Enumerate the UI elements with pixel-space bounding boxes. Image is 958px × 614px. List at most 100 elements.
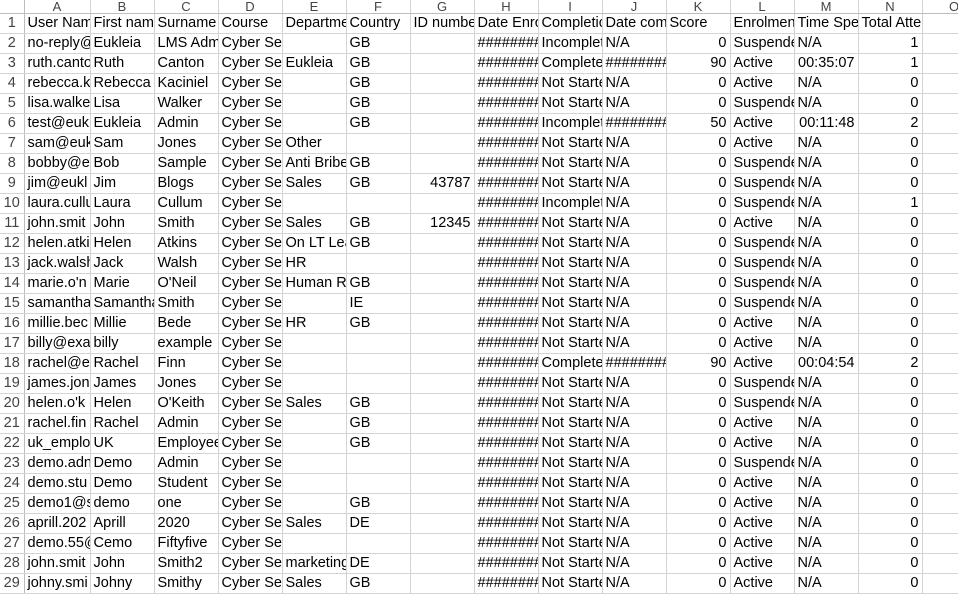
cell-b13[interactable]: Jack	[90, 253, 155, 274]
cell-k9[interactable]: 0	[666, 173, 731, 194]
cell-e27[interactable]	[282, 533, 347, 554]
cell-d3[interactable]: Cyber Sec	[218, 53, 283, 74]
cell-g17[interactable]	[410, 333, 475, 354]
cell-o29[interactable]	[922, 573, 958, 594]
row-header[interactable]: 4	[0, 73, 25, 94]
cell-h24[interactable]: #########	[474, 473, 539, 494]
row-header[interactable]: 2	[0, 33, 25, 54]
cell-f6[interactable]: GB	[346, 113, 411, 134]
cell-n16[interactable]: 0	[858, 313, 923, 334]
cell-n13[interactable]: 0	[858, 253, 923, 274]
cell-k15[interactable]: 0	[666, 293, 731, 314]
cell-e29[interactable]: Sales	[282, 573, 347, 594]
cell-e14[interactable]: Human Re	[282, 273, 347, 294]
cell-f24[interactable]	[346, 473, 411, 494]
cell-d21[interactable]: Cyber Security	[218, 413, 283, 434]
column-header-m[interactable]: M	[794, 0, 859, 14]
cell-m1[interactable]: Time Sper	[794, 13, 859, 34]
cell-k8[interactable]: 0	[666, 153, 731, 174]
cell-g2[interactable]	[410, 33, 475, 54]
cell-j6[interactable]: #########	[602, 113, 667, 134]
cell-b14[interactable]: Marie	[90, 273, 155, 294]
cell-m11[interactable]: N/A	[794, 213, 859, 234]
cell-d17[interactable]: Cyber Security	[218, 333, 283, 354]
cell-m4[interactable]: N/A	[794, 73, 859, 94]
cell-d5[interactable]: Cyber Security	[218, 93, 283, 114]
cell-h4[interactable]: #########	[474, 73, 539, 94]
cell-j19[interactable]: N/A	[602, 373, 667, 394]
cell-c25[interactable]: one	[154, 493, 219, 514]
cell-o15[interactable]	[922, 293, 958, 314]
column-header-i[interactable]: I	[538, 0, 603, 14]
cell-c29[interactable]: Smithy	[154, 573, 219, 594]
row-header[interactable]: 15	[0, 293, 25, 314]
cell-b11[interactable]: John	[90, 213, 155, 234]
cell-h19[interactable]: #########	[474, 373, 539, 394]
cell-g3[interactable]	[410, 53, 475, 74]
cell-i17[interactable]: Not Starte	[538, 333, 603, 354]
cell-g21[interactable]	[410, 413, 475, 434]
cell-k5[interactable]: 0	[666, 93, 731, 114]
cell-d26[interactable]: Cyber Sec	[218, 513, 283, 534]
cell-j28[interactable]: N/A	[602, 553, 667, 574]
cell-l26[interactable]: Active	[730, 513, 795, 534]
cell-f12[interactable]: GB	[346, 233, 411, 254]
cell-e21[interactable]	[282, 413, 347, 434]
cell-n9[interactable]: 0	[858, 173, 923, 194]
cell-f28[interactable]: DE	[346, 553, 411, 574]
cell-o4[interactable]	[922, 73, 958, 94]
column-header-k[interactable]: K	[666, 0, 731, 14]
cell-l3[interactable]: Active	[730, 53, 795, 74]
cell-k21[interactable]: 0	[666, 413, 731, 434]
cell-n22[interactable]: 0	[858, 433, 923, 454]
cell-l29[interactable]: Active	[730, 573, 795, 594]
cell-m26[interactable]: N/A	[794, 513, 859, 534]
cell-h29[interactable]: #########	[474, 573, 539, 594]
cell-e6[interactable]	[282, 113, 347, 134]
cell-l14[interactable]: Suspende	[730, 273, 795, 294]
cell-d24[interactable]: Cyber Security	[218, 473, 283, 494]
cell-b6[interactable]: Eukleia	[90, 113, 155, 134]
cell-h1[interactable]: Date Enro	[474, 13, 539, 34]
cell-g6[interactable]	[410, 113, 475, 134]
cell-a6[interactable]: test@euk	[24, 113, 91, 134]
cell-l27[interactable]: Active	[730, 533, 795, 554]
cell-j5[interactable]: N/A	[602, 93, 667, 114]
column-header-o[interactable]: O	[922, 0, 958, 14]
cell-o27[interactable]	[922, 533, 958, 554]
cell-a24[interactable]: demo.stu	[24, 473, 91, 494]
cell-h16[interactable]: #########	[474, 313, 539, 334]
cell-c4[interactable]: Kaciniel	[154, 73, 219, 94]
cell-h2[interactable]: #########	[474, 33, 539, 54]
cell-j21[interactable]: N/A	[602, 413, 667, 434]
cell-n15[interactable]: 0	[858, 293, 923, 314]
cell-e10[interactable]	[282, 193, 347, 214]
cell-b16[interactable]: Millie	[90, 313, 155, 334]
cell-b28[interactable]: John	[90, 553, 155, 574]
cell-i26[interactable]: Not Starte	[538, 513, 603, 534]
row-header[interactable]: 6	[0, 113, 25, 134]
cell-b22[interactable]: UK	[90, 433, 155, 454]
cell-i28[interactable]: Not Starte	[538, 553, 603, 574]
cell-a28[interactable]: john.smit	[24, 553, 91, 574]
row-header[interactable]: 8	[0, 153, 25, 174]
cell-i20[interactable]: Not Starte	[538, 393, 603, 414]
row-header[interactable]: 22	[0, 433, 25, 454]
cell-e18[interactable]	[282, 353, 347, 374]
cell-b9[interactable]: Jim	[90, 173, 155, 194]
cell-e24[interactable]	[282, 473, 347, 494]
cell-m5[interactable]: N/A	[794, 93, 859, 114]
cell-f21[interactable]: GB	[346, 413, 411, 434]
cell-h25[interactable]: #########	[474, 493, 539, 514]
cell-o13[interactable]	[922, 253, 958, 274]
cell-k25[interactable]: 0	[666, 493, 731, 514]
cell-o3[interactable]	[922, 53, 958, 74]
cell-j2[interactable]: N/A	[602, 33, 667, 54]
cell-c27[interactable]: Fiftyfive	[154, 533, 219, 554]
cell-b4[interactable]: Rebecca	[90, 73, 155, 94]
cell-f26[interactable]: DE	[346, 513, 411, 534]
cell-l6[interactable]: Active	[730, 113, 795, 134]
cell-f20[interactable]: GB	[346, 393, 411, 414]
cell-d15[interactable]: Cyber Security	[218, 293, 283, 314]
cell-j14[interactable]: N/A	[602, 273, 667, 294]
